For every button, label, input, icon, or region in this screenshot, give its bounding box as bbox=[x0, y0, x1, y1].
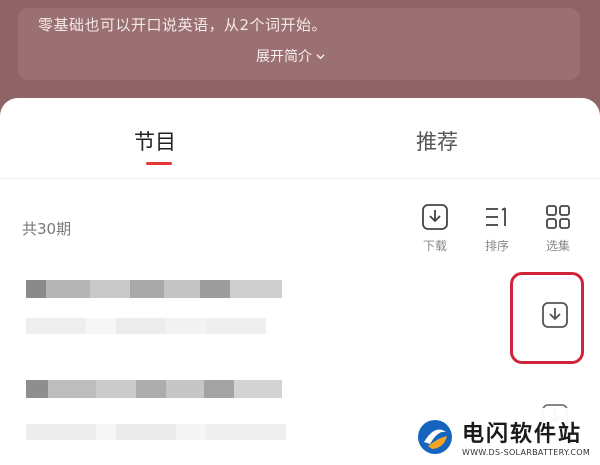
select-label: 选集 bbox=[545, 239, 570, 253]
batch-download-button[interactable]: 下载 bbox=[415, 202, 455, 254]
episode-title-blurred bbox=[26, 280, 282, 298]
active-tab-indicator bbox=[146, 162, 172, 165]
tab-programs[interactable]: 节目 bbox=[134, 126, 176, 156]
site-logo-icon bbox=[418, 419, 452, 454]
highlight-annotation bbox=[510, 272, 584, 364]
app-screen: 零基础也可以开口说英语，从2个词开始。 展开简介 节目 推荐 共30期 下载 排… bbox=[0, 0, 600, 465]
tab-recommend[interactable]: 推荐 bbox=[416, 126, 458, 156]
chevron-down-icon bbox=[316, 53, 325, 59]
album-intro-text: 零基础也可以开口说英语，从2个词开始。 bbox=[38, 16, 328, 34]
episode-meta-blurred bbox=[26, 318, 266, 334]
tab-divider bbox=[0, 178, 600, 179]
download-icon bbox=[422, 204, 448, 230]
download-label: 下载 bbox=[422, 239, 447, 253]
watermark: 电闪软件站 WWW.DS-SOLARBATTERY.COM bbox=[400, 408, 600, 465]
watermark-title: 电闪软件站 bbox=[462, 422, 583, 447]
expand-intro-button[interactable]: 展开简介 bbox=[256, 46, 325, 66]
select-episodes-button[interactable]: 选集 bbox=[538, 202, 578, 254]
episode-meta-blurred bbox=[26, 424, 286, 440]
sort-label: 排序 bbox=[484, 239, 509, 253]
grid-icon bbox=[546, 205, 570, 229]
sort-button[interactable]: 排序 bbox=[477, 202, 517, 254]
expand-intro-label: 展开简介 bbox=[256, 49, 312, 65]
sort-icon bbox=[486, 207, 506, 226]
episode-count: 共30期 bbox=[22, 220, 72, 238]
episode-title-blurred bbox=[26, 380, 282, 398]
watermark-url: WWW.DS-SOLARBATTERY.COM bbox=[462, 448, 591, 457]
